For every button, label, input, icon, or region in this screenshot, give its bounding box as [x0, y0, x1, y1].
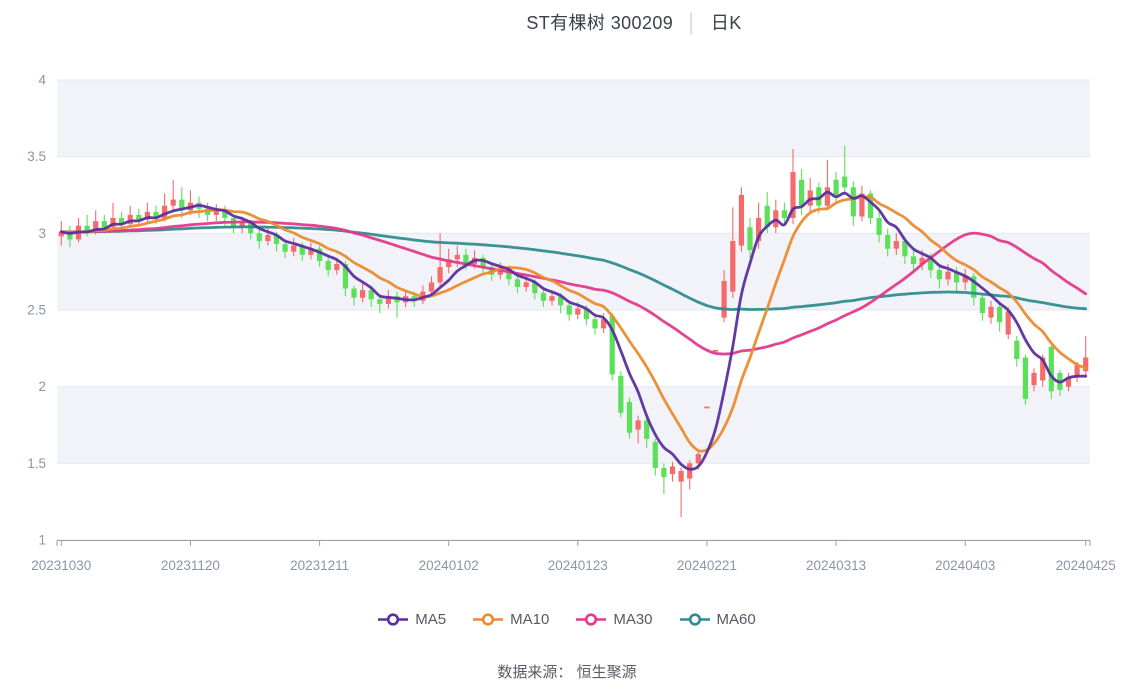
svg-text:20231030: 20231030 — [31, 558, 91, 573]
legend-item-ma5[interactable]: MA5 — [378, 611, 446, 628]
legend-item-ma10[interactable]: MA10 — [473, 611, 549, 628]
svg-text:2.5: 2.5 — [27, 303, 46, 318]
svg-text:20240313: 20240313 — [806, 558, 866, 573]
chart-legend: MA5 MA10 MA30 MA60 — [0, 611, 1134, 628]
line-series-icon — [680, 612, 710, 627]
svg-text:1: 1 — [38, 533, 46, 548]
svg-text:1.5: 1.5 — [27, 456, 46, 471]
line-series-icon — [473, 612, 503, 627]
svg-text:20231211: 20231211 — [290, 558, 349, 573]
legend-label: MA30 — [613, 611, 652, 628]
data-source-label: 数据来源： 恒生聚源 — [0, 661, 1134, 682]
svg-text:20240403: 20240403 — [935, 558, 995, 573]
candlestick-chart[interactable]: 11.522.533.54202310302023112020231211202… — [0, 0, 1134, 689]
line-series-icon — [576, 612, 606, 627]
legend-label: MA60 — [717, 611, 756, 628]
x-axis-labels: 20231030 20231120 20231211 20240102 20240123… — [31, 558, 1115, 573]
legend-item-ma30[interactable]: MA30 — [576, 611, 652, 628]
legend-label: MA10 — [510, 611, 549, 628]
legend-label: MA5 — [415, 611, 446, 628]
legend-item-ma60[interactable]: MA60 — [680, 611, 756, 628]
svg-text:2: 2 — [38, 379, 46, 394]
y-axis-labels: 1 1.5 2 2.5 3 3.5 4 — [27, 73, 46, 548]
svg-text:4: 4 — [38, 73, 46, 88]
svg-text:3.5: 3.5 — [27, 149, 46, 164]
x-axis — [57, 541, 1090, 547]
kline-chart-panel: ST有棵树 300209│日K 11.522.533.5420231030202… — [0, 0, 1134, 689]
svg-text:20240102: 20240102 — [419, 558, 479, 573]
price-bands — [57, 80, 1090, 463]
svg-text:20240425: 20240425 — [1056, 558, 1116, 573]
svg-text:20240123: 20240123 — [548, 558, 608, 573]
line-series-icon — [378, 612, 408, 627]
svg-text:20231120: 20231120 — [161, 558, 220, 573]
svg-text:3: 3 — [38, 226, 46, 241]
svg-text:20240221: 20240221 — [677, 558, 737, 573]
